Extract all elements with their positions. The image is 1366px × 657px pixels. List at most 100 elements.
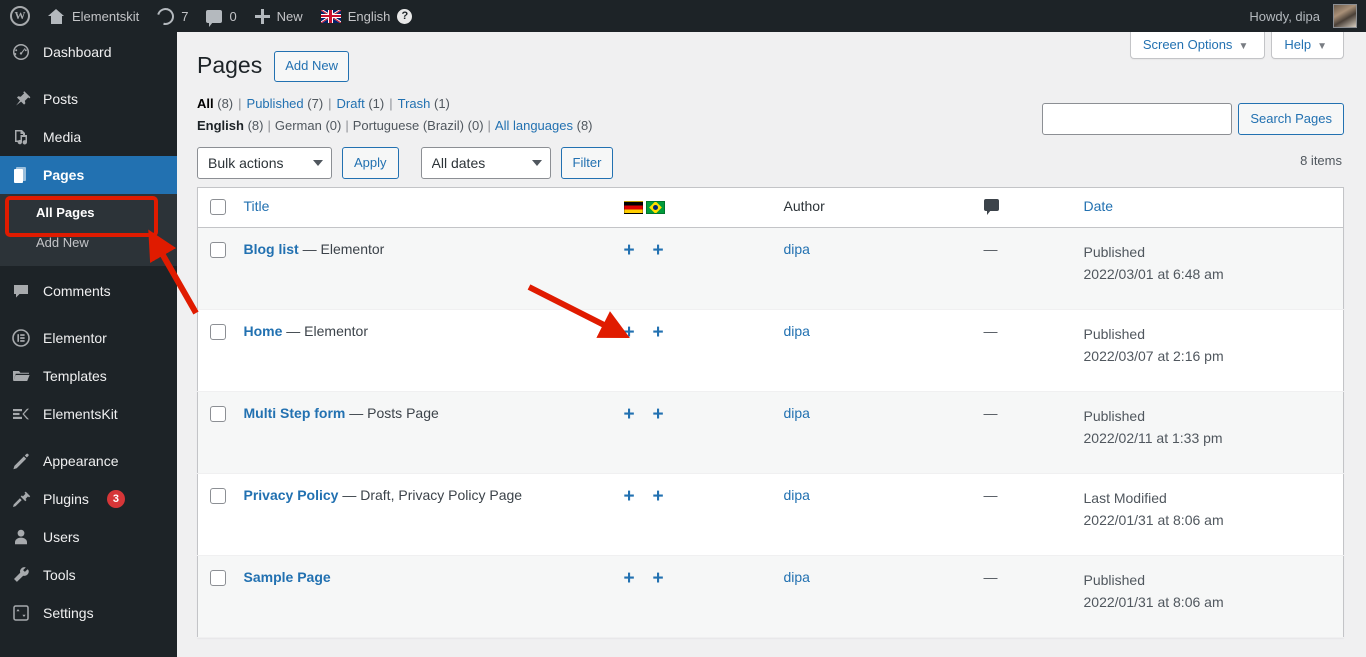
sidebar-item-add-new-page[interactable]: Add New [0,228,177,258]
wp-logo-menu[interactable] [0,0,39,32]
status-filter-link[interactable]: All [197,96,214,111]
status-filter-all[interactable]: All (8) [197,96,233,111]
language-filter-all[interactable]: All languages [495,118,573,133]
help-circle-icon[interactable]: ? [397,8,413,24]
sidebar-item-pages[interactable]: Pages [0,156,185,194]
page-title-link[interactable]: Privacy Policy [244,487,339,503]
table-body: Blog list — Elementor + + dipa — Publish [197,227,1344,638]
page-title-link[interactable]: Blog list [244,241,299,257]
row-title-cell: Multi Step form — Posts Page [244,391,624,473]
add-german-translation-icon[interactable]: + [624,240,635,261]
row-comments-cell: — [984,555,1084,637]
column-header-languages [623,187,784,228]
language-filter-count: (8) [576,117,593,133]
sidebar-item-templates[interactable]: Templates [0,357,177,395]
status-filter-link[interactable]: Trash [398,96,431,111]
sidebar-item-tools[interactable]: Tools [0,556,177,594]
sidebar-item-label: Posts [43,91,79,107]
add-portuguese-translation-icon[interactable]: + [653,240,664,261]
new-content-menu[interactable]: New [246,0,312,32]
row-checkbox[interactable] [210,324,226,341]
date-status: Published [1083,243,1146,260]
author-link[interactable]: dipa [784,323,810,339]
search-input[interactable] [1042,102,1233,135]
status-filter-trash[interactable]: Trash (1) [398,96,450,111]
row-checkbox[interactable] [210,242,226,259]
select-all-checkbox[interactable] [210,198,226,215]
page-title-link[interactable]: Multi Step form [244,405,346,421]
add-portuguese-translation-icon[interactable]: + [653,404,664,425]
add-portuguese-translation-icon[interactable]: + [653,568,664,589]
sidebar-item-media[interactable]: Media [0,118,177,156]
comments-menu[interactable]: 0 [197,0,245,32]
add-german-translation-icon[interactable]: + [624,322,635,343]
add-portuguese-translation-icon[interactable]: + [653,486,664,507]
sidebar-item-settings[interactable]: Settings [0,594,177,632]
column-header-comments[interactable] [983,187,1084,228]
row-comments-cell: — [984,309,1084,391]
filter-button[interactable]: Filter [560,146,614,179]
sidebar-item-label: Media [43,129,82,145]
status-filter-link[interactable]: Published [247,96,304,111]
status-filter-link[interactable]: Draft [337,96,365,111]
uk-flag-icon [320,9,341,23]
author-link[interactable]: dipa [784,405,810,421]
row-date-cell: Published 2022/03/07 at 2:16 pm [1084,309,1344,391]
help-button[interactable]: Help ▼ [1271,32,1344,59]
page-title-link[interactable]: Sample Page [244,569,331,585]
search-pages-button[interactable]: Search Pages [1238,102,1344,135]
separator: | [267,117,271,133]
sidebar-item-label: ElementsKit [43,406,118,423]
elementskit-icon [11,404,31,424]
sidebar-item-dashboard[interactable]: Dashboard [0,33,177,71]
add-portuguese-translation-icon[interactable]: + [653,322,664,343]
help-label: Help [1284,37,1312,52]
row-title-cell: Sample Page [244,555,624,637]
sidebar-item-elementor[interactable]: Elementor [0,319,177,357]
status-filter-draft[interactable]: Draft (1) [337,96,385,111]
language-filter-portuguese[interactable]: Portuguese (Brazil) [353,118,464,133]
author-link[interactable]: dipa [784,241,810,257]
page-title-link[interactable]: Home [244,323,283,339]
user-icon [11,527,31,547]
row-checkbox[interactable] [210,406,226,423]
column-header-date[interactable]: Date [1083,187,1344,228]
page-state-label: — Posts Page [349,404,439,421]
add-german-translation-icon[interactable]: + [624,486,635,507]
language-switcher-menu[interactable]: English ? [312,0,422,32]
language-filter-english[interactable]: English [197,118,244,133]
table-header-row: Title Author Date [197,187,1344,228]
author-link[interactable]: dipa [784,569,810,585]
sidebar-item-comments[interactable]: Comments [0,272,177,310]
column-header-title[interactable]: Title [243,187,624,228]
status-filter-published[interactable]: Published (7) [247,96,324,111]
add-new-page-button[interactable]: Add New [274,51,349,82]
sidebar-item-label: Pages [43,167,85,183]
row-checkbox[interactable] [210,488,226,505]
author-link[interactable]: dipa [784,487,810,503]
sidebar-item-elementskit[interactable]: ElementsKit [0,395,177,433]
apply-button[interactable]: Apply [342,146,399,179]
sidebar-item-posts[interactable]: Posts [0,80,177,118]
add-german-translation-icon[interactable]: + [624,404,635,425]
add-german-translation-icon[interactable]: + [624,568,635,589]
settings-icon [11,603,31,623]
language-filter-german[interactable]: German [275,118,322,133]
table-nav-top: Bulk actions Apply All dates Filter Sear… [197,102,1344,183]
separator: | [389,95,393,111]
table-row: Multi Step form — Posts Page + + dipa — [197,391,1344,474]
sidebar-item-plugins[interactable]: Plugins 3 [0,480,177,518]
bulk-actions-select[interactable]: Bulk actions [197,146,332,179]
my-account-menu[interactable]: Howdy, dipa [1240,0,1366,32]
row-comments-cell: — [984,391,1084,473]
update-icon [154,4,178,28]
sidebar-item-users[interactable]: Users [0,518,177,556]
site-name-menu[interactable]: Elementskit [39,0,148,32]
main-content-area: Screen Options ▼ Help ▼ Pages Add New All … [177,32,1366,657]
sidebar-item-appearance[interactable]: Appearance [0,442,177,480]
date-filter-select[interactable]: All dates [420,146,551,179]
sidebar-item-all-pages[interactable]: All Pages [0,198,177,228]
row-checkbox[interactable] [210,570,226,587]
screen-options-button[interactable]: Screen Options ▼ [1129,32,1266,59]
updates-menu[interactable]: 7 [148,0,197,32]
